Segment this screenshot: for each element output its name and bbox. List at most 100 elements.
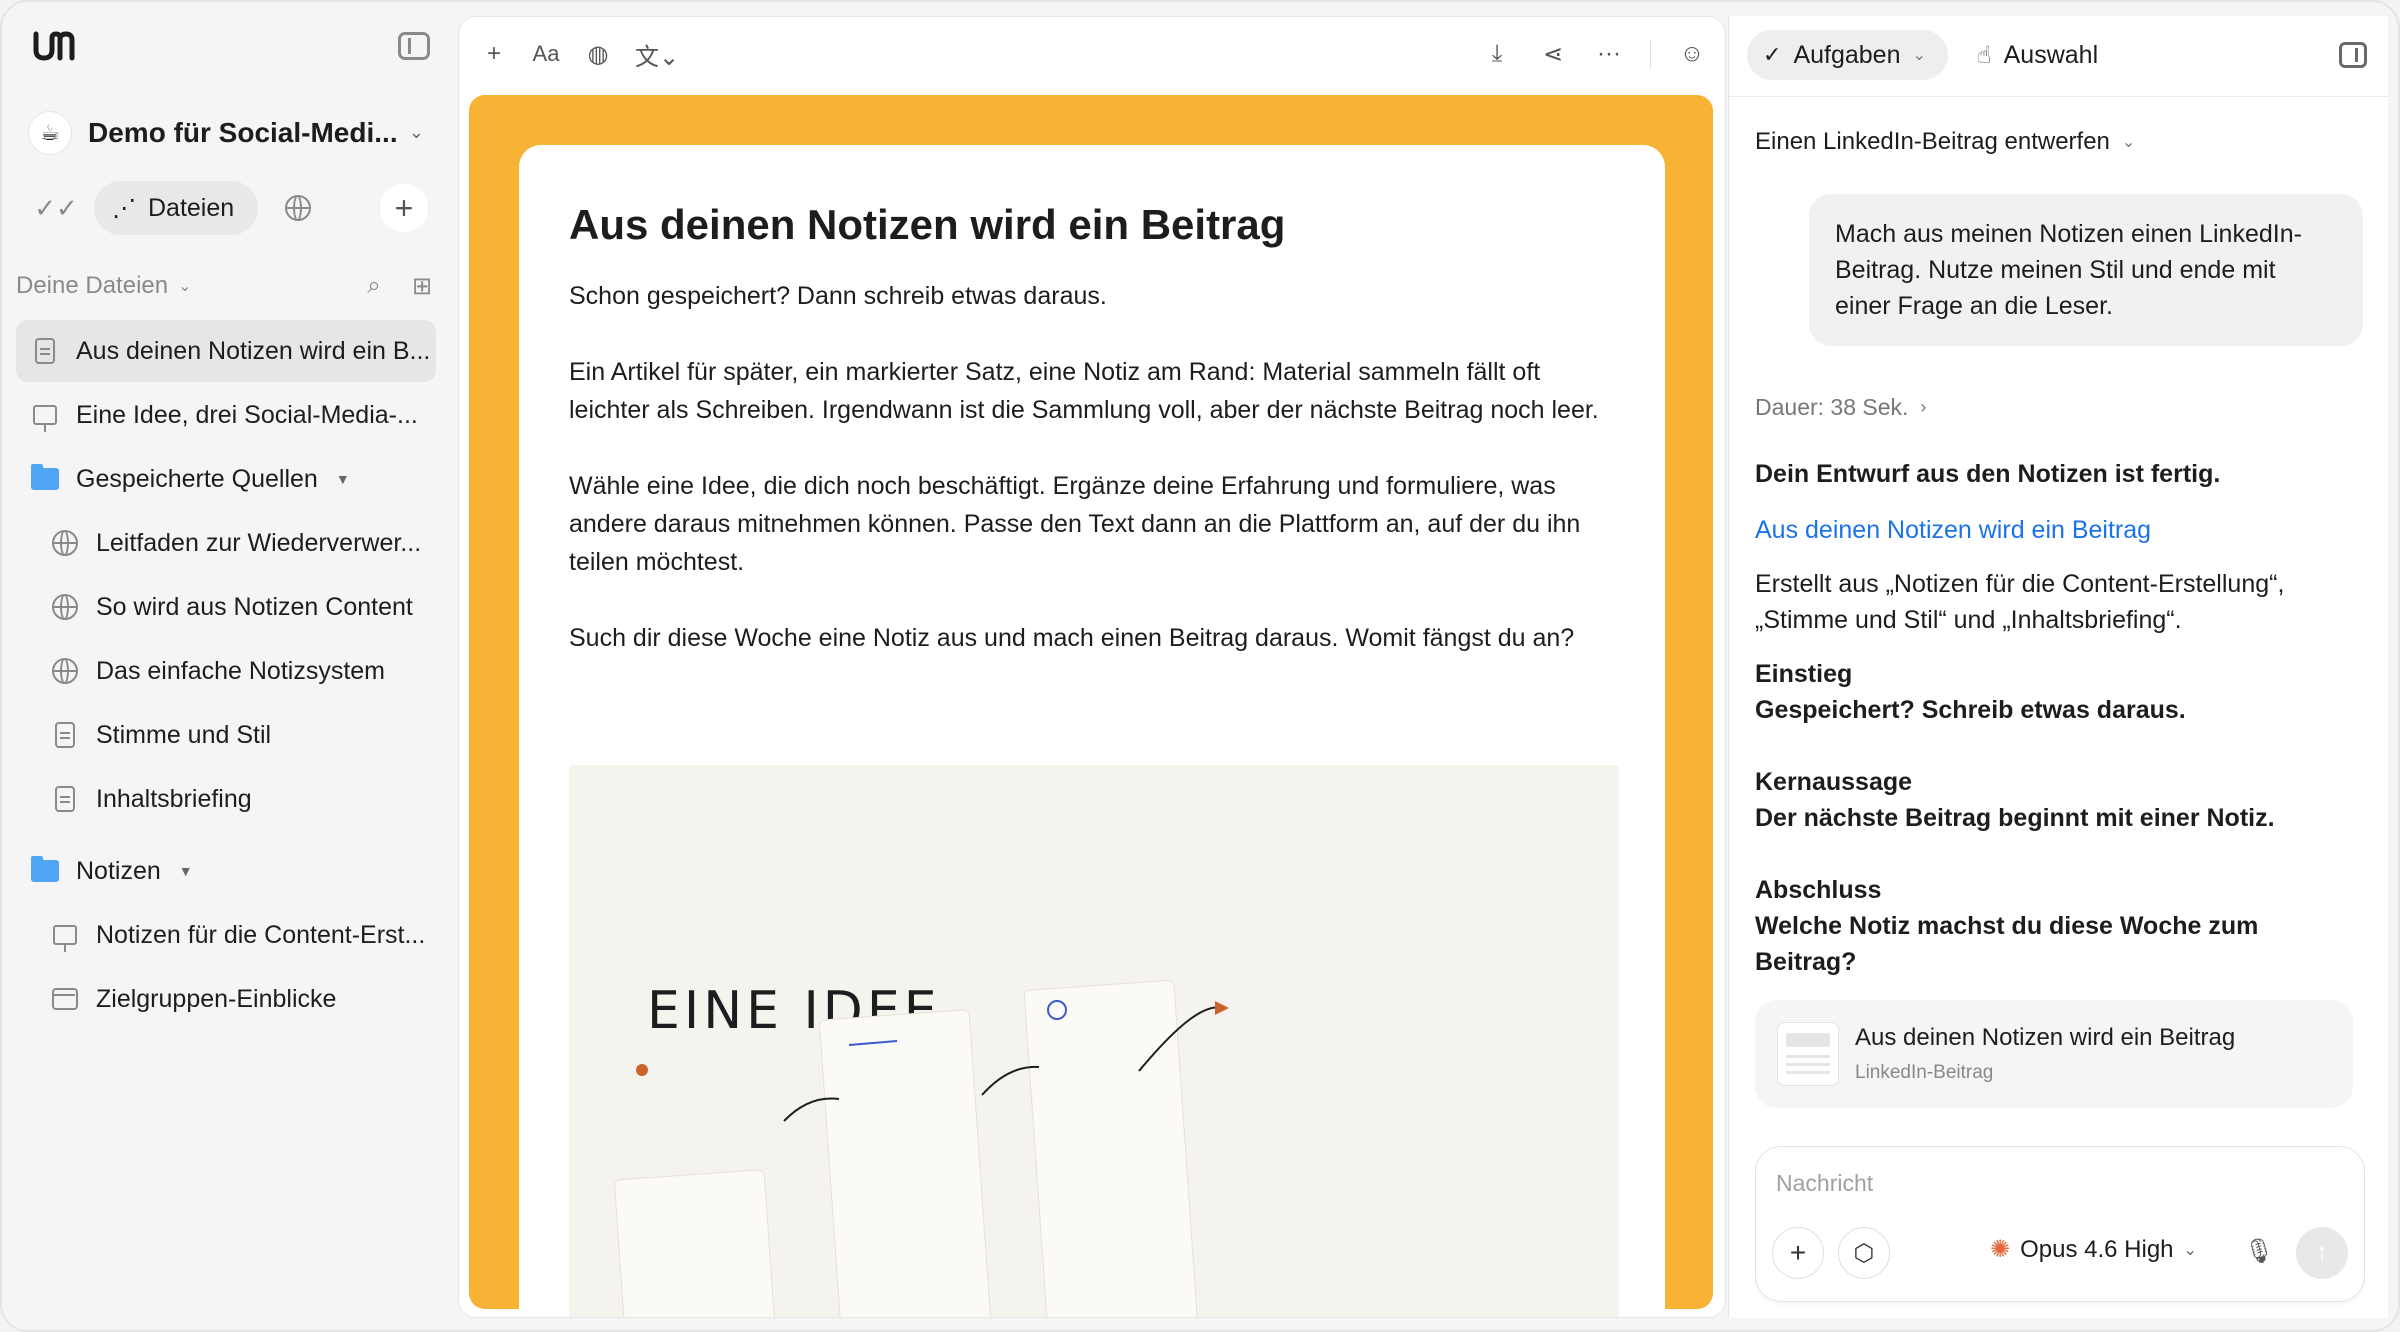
share-icon[interactable]: ⋖ [1538, 39, 1568, 69]
check-icon: ✓ [1763, 42, 1782, 67]
document-body[interactable]: Schon gespeichert? Dann schreib etwas da… [569, 277, 1619, 695]
panel-header: ✓ Aufgaben ⌄ ☝ Auswahl [1747, 30, 2367, 80]
assistant-bot-icon[interactable]: ☺ [1677, 39, 1707, 69]
file-item-label: Eine Idee, drei Social-Media-... [76, 400, 418, 429]
chevron-down-icon: ⌄ [1912, 47, 1926, 64]
file-item-label: Das einfache Notizsystem [96, 656, 386, 685]
workspace-switcher[interactable]: ☕ Demo für Social-Medi... ⌄ [28, 106, 428, 160]
assistant-panel: ✓ Aufgaben ⌄ ☝ Auswahl Einen LinkedIn-Be… [1728, 16, 2389, 1318]
add-button[interactable]: + [380, 184, 428, 232]
tasks-check-icon[interactable]: ✓✓ [28, 180, 84, 236]
folder-label: Gespeicherte Quellen [76, 464, 318, 493]
sidebar-toggle-icon[interactable] [398, 32, 430, 60]
microphone-icon[interactable]: 🎙 [2244, 1237, 2274, 1266]
file-item-label: Aus deinen Notizen wird ein B... [76, 336, 431, 365]
tab-tasks[interactable]: ✓ Aufgaben ⌄ [1747, 30, 1948, 80]
chevron-right-icon: › [1920, 397, 1927, 417]
paragraph: Such dir diese Woche eine Notiz aus und … [569, 624, 1575, 652]
paragraph: Ein Artikel für später, ein markierter S… [569, 358, 1599, 424]
response-source-note: Erstellt aus „Notizen für die Content-Er… [1755, 570, 2285, 634]
globe-mode-icon[interactable] [270, 180, 326, 236]
cube-icon[interactable]: ⬡ [1838, 1227, 1890, 1279]
chevron-down-icon[interactable]: ⌄ [178, 276, 191, 296]
document-card: Aus deinen Notizen wird ein Beitrag Scho… [519, 145, 1665, 1317]
file-item-voice-style[interactable]: Stimme und Stil [16, 704, 436, 766]
thinking-duration[interactable]: Dauer: 38 Sek. › [1755, 394, 1926, 421]
file-item-notes-content[interactable]: So wird aus Notizen Content [16, 576, 436, 638]
attachment-card[interactable]: Aus deinen Notizen wird ein Beitrag Link… [1755, 1000, 2353, 1108]
mode-bar: ✓✓ ⋰ Dateien + [28, 180, 428, 236]
more-icon[interactable]: ··· [1594, 39, 1624, 69]
file-item-label: Zielgruppen-Einblicke [96, 984, 337, 1013]
file-item-notes-content-creation[interactable]: Notizen für die Content-Erst... [16, 904, 436, 966]
attachment-subtitle: LinkedIn-Beitrag [1855, 1062, 1994, 1083]
document-link[interactable]: Aus deinen Notizen wird ein Beitrag [1755, 512, 2355, 548]
tab-selection-label: Auswahl [2003, 40, 2099, 69]
folder-saved-sources[interactable]: Gespeicherte Quellen ▼ [16, 448, 436, 510]
folder-label: Notizen [76, 856, 161, 885]
message-composer: + ⬡ ✺ Opus 4.6 High ⌄ 🎙 ↑ [1755, 1146, 2365, 1302]
paragraph: Schon gespeichert? Dann schreib etwas da… [569, 282, 1107, 310]
chat-title[interactable]: Einen LinkedIn-Beitrag entwerfen ⌄ [1755, 128, 2135, 156]
presentation-icon [53, 925, 77, 952]
section-label[interactable]: Deine Dateien [16, 272, 168, 300]
file-item-guide[interactable]: Leitfaden zur Wiederverwer... [16, 512, 436, 574]
palette-icon[interactable]: ◍ [583, 39, 613, 69]
font-button[interactable]: Aa [531, 39, 561, 69]
presentation-icon [33, 405, 57, 432]
hook-label: Einstieg [1755, 660, 1853, 688]
chat-title-label: Einen LinkedIn-Beitrag entwerfen [1755, 128, 2110, 155]
file-item-label: Inhaltsbriefing [96, 784, 252, 813]
model-label: Opus 4.6 High [2020, 1235, 2174, 1263]
file-item-label: Notizen für die Content-Erst... [96, 920, 426, 949]
file-item-content-brief[interactable]: Inhaltsbriefing [16, 768, 436, 830]
attachment-title: Aus deinen Notizen wird ein Beitrag [1855, 1024, 2236, 1051]
files-mode-label: Dateien [148, 193, 235, 222]
document-title[interactable]: Aus deinen Notizen wird ein Beitrag [569, 201, 1285, 249]
panel-toggle-icon[interactable] [2339, 42, 2367, 68]
globe-icon [52, 530, 78, 556]
download-icon[interactable]: ⤓ [1482, 39, 1512, 69]
chevron-down-icon: ⌄ [408, 122, 424, 142]
file-item-audience-insights[interactable]: Zielgruppen-Einblicke [16, 968, 436, 1030]
model-selector[interactable]: ✺ Opus 4.6 High ⌄ [1990, 1235, 2197, 1264]
sparkle-icon: ✺ [1990, 1236, 2011, 1263]
plus-icon[interactable]: + [479, 39, 509, 69]
folder-icon [31, 856, 59, 882]
document-icon [55, 786, 75, 812]
files-mode-button[interactable]: ⋰ Dateien [94, 181, 259, 235]
send-button[interactable]: ↑ [2296, 1227, 2348, 1279]
file-item-notes-to-post[interactable]: Aus deinen Notizen wird ein B... [16, 320, 436, 382]
window-icon [52, 988, 78, 1010]
file-item-one-idea[interactable]: Eine Idee, drei Social-Media-... [16, 384, 436, 446]
response-intro: Dein Entwurf aus den Notizen ist fertig. [1755, 460, 2221, 488]
file-tree: Aus deinen Notizen wird ein B... Eine Id… [16, 320, 436, 1032]
duration-label: Dauer: 38 Sek. [1755, 394, 1909, 420]
file-item-label: Stimme und Stil [96, 720, 272, 749]
tab-tasks-label: Aufgaben [1793, 40, 1901, 69]
message-input[interactable] [1776, 1165, 2336, 1201]
illustration-image[interactable]: EINE IDEE. [569, 765, 1619, 1317]
translate-icon[interactable]: 文⌄ [635, 39, 679, 71]
close-label: Abschluss [1755, 876, 1882, 904]
workspace-name: Demo für Social-Medi... [88, 117, 398, 148]
globe-icon [285, 195, 312, 221]
attach-button[interactable]: + [1772, 1227, 1824, 1279]
editor-toolbar: + Aa ◍ 文⌄ ⤓ ⋖ ··· ☺ [459, 17, 1725, 91]
app-logo-icon[interactable] [32, 26, 84, 66]
document-icon [55, 722, 75, 748]
chevron-down-icon: ⌄ [2183, 1241, 2197, 1259]
folder-notes[interactable]: Notizen ▼ [16, 840, 436, 902]
sparkle-icon: ⋰ [112, 194, 136, 222]
file-item-note-system[interactable]: Das einfache Notizsystem [16, 640, 436, 702]
assistant-response: Dein Entwurf aus den Notizen ist fertig.… [1755, 456, 2355, 980]
document-canvas: Aus deinen Notizen wird ein Beitrag Scho… [469, 95, 1713, 1317]
search-icon[interactable]: ⌕ [360, 272, 388, 300]
caret-down-icon[interactable]: ▼ [179, 863, 193, 879]
new-file-icon[interactable]: ⊞ [408, 272, 436, 300]
tab-selection[interactable]: ☝ Auswahl [1977, 30, 2098, 80]
core-text: Der nächste Beitrag beginnt mit einer No… [1755, 804, 2275, 832]
user-message: Mach aus meinen Notizen einen LinkedIn-B… [1809, 194, 2363, 346]
caret-down-icon[interactable]: ▼ [336, 471, 350, 487]
app-window: ☕ Demo für Social-Medi... ⌄ ✓✓ ⋰ Dateien… [0, 0, 2400, 1332]
